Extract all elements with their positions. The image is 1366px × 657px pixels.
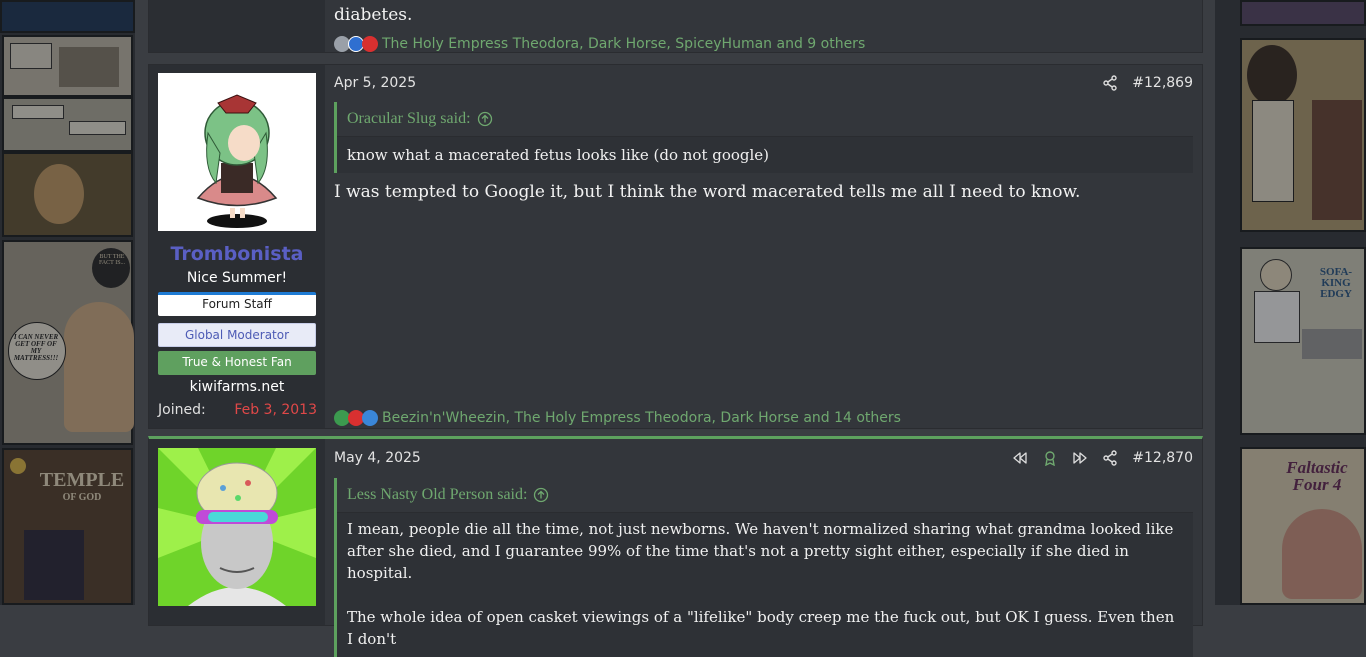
heart-reaction-icon [362, 36, 378, 52]
right-background-art: SOFA-KING EDGY Faltastic Four 4 [1215, 0, 1366, 605]
post-actions: #12,869 [1102, 75, 1193, 91]
jump-up-icon[interactable] [533, 487, 549, 503]
quote-paragraph: The whole idea of open casket viewings o… [347, 608, 1175, 648]
share-icon[interactable] [1102, 75, 1118, 91]
quote-author[interactable]: Less Nasty Old Person said: [347, 486, 527, 504]
user-block: Trombonista Nice Summer! Forum Staff Glo… [149, 65, 325, 428]
avatar[interactable] [158, 448, 316, 606]
post-number[interactable]: #12,869 [1132, 75, 1193, 91]
quote-block: Oracular Slug said: know what a macerate… [334, 102, 1193, 173]
avatar[interactable] [158, 73, 316, 231]
quote-text: I mean, people die all the time, not jus… [337, 513, 1193, 657]
reactions-bar[interactable]: The Holy Empress Theodora, Dark Horse, S… [334, 36, 865, 52]
avatar-image [196, 94, 278, 228]
post-body: I was tempted to Google it, but I think … [334, 182, 1081, 202]
post-actions: #12,870 [1012, 450, 1193, 466]
post-previous: diabetes. The Holy Empress Theodora, Dar… [148, 0, 1203, 53]
share-icon[interactable] [1102, 450, 1118, 466]
post-date[interactable]: May 4, 2025 [334, 450, 421, 466]
post-12870: May 4, 2025 #12,870 Less Nasty Old Perso… [148, 436, 1203, 657]
first-unread-icon[interactable] [1012, 450, 1028, 466]
thumbs-up-reaction-icon [362, 410, 378, 426]
thread-posts: diabetes. The Holy Empress Theodora, Dar… [148, 0, 1203, 657]
post-number[interactable]: #12,870 [1132, 450, 1193, 466]
avatar-image [158, 448, 316, 606]
quote-author[interactable]: Oracular Slug said: [347, 110, 471, 128]
award-icon[interactable] [1042, 450, 1058, 466]
jump-up-icon[interactable] [477, 111, 493, 127]
left-background-art: BUT THE FACT IS... I CAN NEVER GET OFF O… [0, 0, 135, 605]
user-site: kiwifarms.net [189, 379, 285, 395]
reactions-bar[interactable]: Beezin'n'Wheezin, The Holy Empress Theod… [334, 410, 901, 426]
reaction-icons [334, 36, 378, 52]
reactions-list[interactable]: The Holy Empress Theodora, Dark Horse, S… [382, 36, 865, 52]
quote-header[interactable]: Oracular Slug said: [337, 102, 1193, 137]
quote-header[interactable]: Less Nasty Old Person said: [337, 478, 1193, 513]
reactions-list[interactable]: Beezin'n'Wheezin, The Holy Empress Theod… [382, 410, 901, 426]
post-date[interactable]: Apr 5, 2025 [334, 75, 416, 91]
reaction-icons [334, 410, 378, 426]
quote-block: Less Nasty Old Person said: I mean, peop… [334, 478, 1193, 657]
quote-text: know what a macerated fetus looks like (… [347, 146, 770, 164]
user-title: Nice Summer! [186, 270, 288, 286]
post-body: diabetes. [334, 5, 413, 25]
user-block [149, 439, 325, 625]
joined-label: Joined: [158, 402, 206, 418]
quote-paragraph: I mean, people die all the time, not jus… [347, 520, 1174, 582]
banner-true-honest-fan: True & Honest Fan [158, 351, 316, 375]
banner-global-moderator: Global Moderator [158, 323, 316, 347]
post-12869: Trombonista Nice Summer! Forum Staff Glo… [148, 64, 1203, 429]
user-block [149, 0, 325, 52]
joined-date: Feb 3, 2013 [234, 402, 317, 418]
next-post-icon[interactable] [1072, 450, 1088, 466]
banner-forum-staff: Forum Staff [158, 292, 316, 316]
username[interactable]: Trombonista [149, 243, 325, 265]
